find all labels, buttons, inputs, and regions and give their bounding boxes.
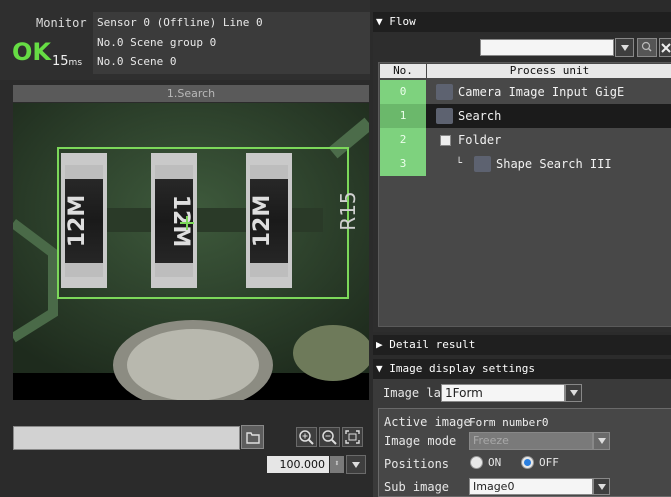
image-layout-select[interactable]: 1Form: [441, 384, 565, 402]
camera-icon: [436, 84, 453, 100]
monitor-label: Monitor: [36, 16, 87, 30]
sensor-line: Sensor 0 (Offline) Line 0: [97, 16, 263, 29]
flow-row-1[interactable]: 1 Search: [380, 104, 671, 128]
flow-search-input[interactable]: [480, 39, 614, 56]
flow-search-dropdown[interactable]: [615, 38, 634, 57]
sub-image-dropdown[interactable]: [593, 478, 610, 495]
row-number: 2: [380, 128, 426, 152]
row-number: 0: [380, 80, 426, 104]
image-display-settings-header[interactable]: ▼ Image display settings: [373, 359, 671, 379]
flow-row-3[interactable]: 3 └ Shape Search III: [380, 152, 671, 176]
flow-row-0[interactable]: 0 Camera Image Input GigE: [380, 80, 671, 104]
row-label: Shape Search III: [496, 157, 612, 171]
image-mode-label: Image mode: [384, 434, 457, 448]
chevron-down-icon: [352, 461, 360, 468]
image-title-bar: 1.Search: [13, 85, 369, 102]
scene-line: No.0 Scene 0: [97, 55, 177, 68]
resistor-marking-1: 12M: [65, 195, 90, 248]
positions-label: Positions: [384, 457, 450, 471]
zoom-out-icon: [322, 430, 337, 445]
processing-time: 15ms: [52, 54, 83, 69]
pcb-image: 12M 12M 12M R15: [13, 103, 369, 400]
zoom-in-icon: [299, 430, 314, 445]
sub-image-label: Sub image: [384, 480, 450, 494]
row-number: 1: [380, 104, 426, 128]
image-mode-select[interactable]: Freeze: [469, 432, 593, 450]
board-marking: R15: [336, 191, 360, 230]
flow-close-button[interactable]: [659, 38, 671, 57]
search-unit-icon: [436, 108, 453, 124]
tree-connector: └: [456, 158, 463, 169]
folder-collapse-icon[interactable]: [440, 135, 451, 146]
zoom-dropdown[interactable]: [346, 455, 366, 474]
zoom-value[interactable]: 100.000: [267, 456, 329, 473]
chevron-down-icon: [569, 390, 578, 396]
chevron-down-icon: [597, 483, 606, 490]
shape-search-icon: [474, 156, 491, 172]
scene-group-line: No.0 Scene group 0: [97, 36, 217, 49]
detail-result-header[interactable]: ▶ Detail result: [373, 335, 671, 355]
positions-off-radio[interactable]: [521, 456, 534, 469]
file-path-input[interactable]: [13, 426, 240, 450]
judgement-ok: OK: [12, 38, 51, 66]
chevron-down-icon: [620, 44, 629, 51]
zoom-spinner[interactable]: ⬍: [330, 456, 344, 473]
row-number: 3: [380, 152, 426, 176]
positions-off-label: OFF: [539, 456, 559, 469]
image-layout-dropdown[interactable]: [565, 384, 582, 402]
active-image-value: Form number0: [469, 416, 549, 429]
flow-search-button[interactable]: [637, 38, 657, 57]
image-mode-dropdown[interactable]: [593, 432, 610, 450]
chevron-down-icon: [597, 438, 606, 444]
row-label: Camera Image Input GigE: [458, 85, 625, 99]
sub-image-select[interactable]: Image0: [469, 478, 593, 495]
fit-window-button[interactable]: [342, 427, 363, 447]
positions-on-radio[interactable]: [470, 456, 483, 469]
flow-header[interactable]: ▼ Flow: [373, 12, 671, 32]
column-header-no: No.: [380, 64, 426, 78]
camera-image[interactable]: 12M 12M 12M R15: [13, 103, 369, 400]
flow-row-2[interactable]: 2 Folder: [380, 128, 671, 152]
scene-info: Sensor 0 (Offline) Line 0 No.0 Scene gro…: [93, 12, 370, 74]
row-label: Search: [458, 109, 502, 123]
folder-button[interactable]: [241, 425, 264, 449]
active-image-label: Active image: [384, 415, 471, 429]
column-header-process-unit: Process unit: [427, 64, 671, 78]
row-label: Folder: [458, 133, 502, 147]
zoom-out-button[interactable]: [319, 427, 340, 447]
fit-window-icon: [345, 430, 360, 444]
positions-on-label: ON: [488, 456, 502, 469]
folder-icon: [246, 432, 260, 444]
resistor-marking-3: 12M: [250, 195, 275, 248]
resistor-marking-2: 12M: [168, 195, 193, 248]
zoom-in-button[interactable]: [296, 427, 317, 447]
close-icon: [661, 43, 671, 53]
search-icon: [641, 41, 652, 52]
